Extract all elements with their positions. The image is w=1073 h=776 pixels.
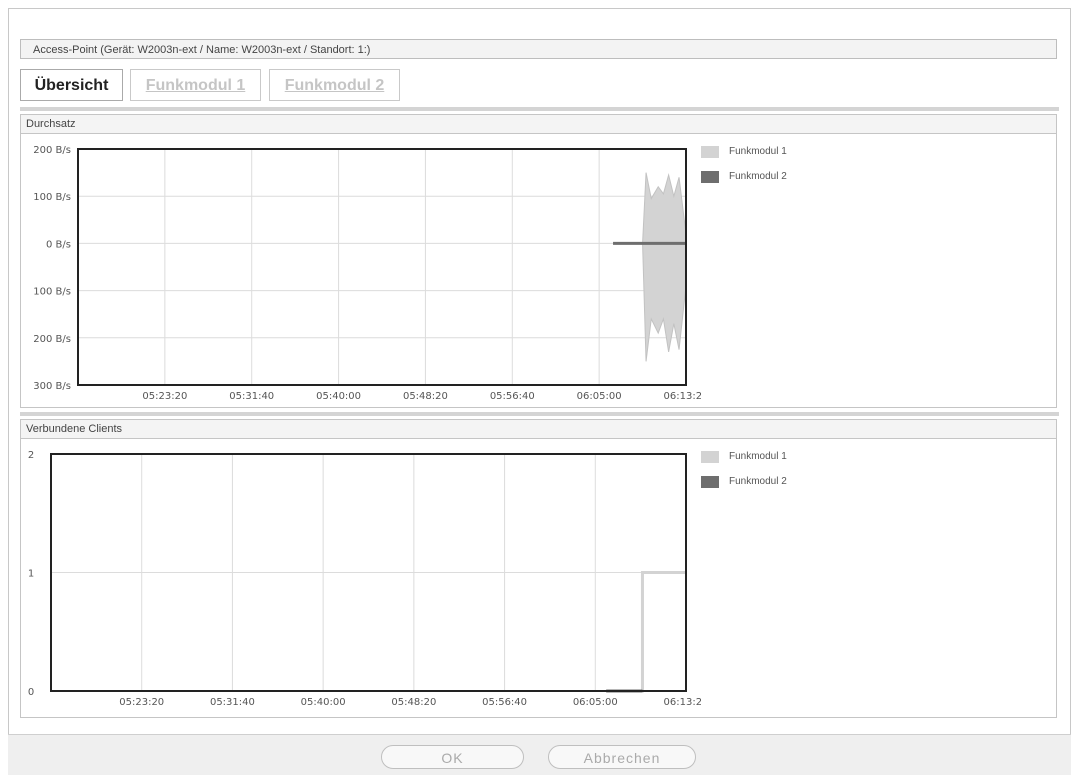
y-tick-label: 200 B/s: [33, 334, 71, 345]
legend-swatch-funkmodul-2: [701, 476, 719, 488]
x-tick-label: 05:31:40: [229, 391, 274, 402]
x-tick-label: 05:40:00: [316, 391, 361, 402]
y-tick-label: 200 B/s: [33, 145, 71, 156]
clients-chart: 2 1 0 05:23:20 05:31:40 05:40:00 05:48:20 05:56…: [28, 450, 701, 708]
plot-area: [78, 149, 686, 385]
window-title: Access-Point (Gerät: W2003n-ext / Name: …: [20, 39, 1057, 59]
y-tick-label: 2: [28, 450, 34, 461]
panel-divider: [20, 107, 1059, 111]
y-tick-label: 100 B/s: [33, 192, 71, 203]
legend-label: Funkmodul 2: [729, 476, 787, 487]
throughput-panel: 200 B/s 100 B/s 0 B/s 100 B/s 200 B/s 300 B/s…: [20, 134, 1057, 408]
y-tick-label: 300 B/s: [33, 381, 71, 392]
x-tick-label: 05:56:40: [490, 391, 535, 402]
y-tick-label: 100 B/s: [33, 287, 71, 298]
ok-button[interactable]: OK: [381, 745, 524, 769]
x-tick-label: 05:48:20: [403, 391, 448, 402]
legend-label: Funkmodul 1: [729, 146, 787, 157]
x-tick-label: 05:48:20: [391, 697, 436, 708]
throughput-panel-title: Durchsatz: [20, 114, 1057, 134]
tab-funkmodul-1[interactable]: Funkmodul 1: [130, 69, 261, 101]
tab-overview[interactable]: Übersicht: [20, 69, 123, 101]
panel-divider: [20, 412, 1059, 416]
x-tick-label: 05:23:20: [119, 697, 164, 708]
x-tick-label: 05:23:20: [142, 391, 187, 402]
legend-swatch-funkmodul-1: [701, 146, 719, 158]
legend-label: Funkmodul 2: [729, 171, 787, 182]
legend-swatch-funkmodul-2: [701, 171, 719, 183]
x-tick-label: 06:13:20: [664, 697, 701, 708]
x-tick-label: 05:40:00: [301, 697, 346, 708]
throughput-chart: 200 B/s 100 B/s 0 B/s 100 B/s 200 B/s 300 B/s…: [33, 145, 701, 402]
x-tick-label: 06:05:00: [573, 697, 618, 708]
y-tick-label: 1: [28, 569, 34, 580]
y-tick-label: 0 B/s: [46, 239, 71, 250]
legend-label: Funkmodul 1: [729, 451, 787, 462]
clients-panel: 2 1 0 05:23:20 05:31:40 05:40:00 05:48:20 05:56…: [20, 439, 1057, 718]
x-tick-label: 05:56:40: [482, 697, 527, 708]
x-tick-label: 06:13:20: [664, 391, 701, 402]
cancel-button[interactable]: Abbrechen: [548, 745, 696, 769]
x-tick-label: 06:05:00: [577, 391, 622, 402]
dialog-footer: OK Abbrechen: [8, 734, 1071, 775]
legend-swatch-funkmodul-1: [701, 451, 719, 463]
y-tick-label: 0: [28, 687, 34, 698]
x-tick-label: 05:31:40: [210, 697, 255, 708]
clients-panel-title: Verbundene Clients: [20, 419, 1057, 439]
tab-funkmodul-2[interactable]: Funkmodul 2: [269, 69, 400, 101]
